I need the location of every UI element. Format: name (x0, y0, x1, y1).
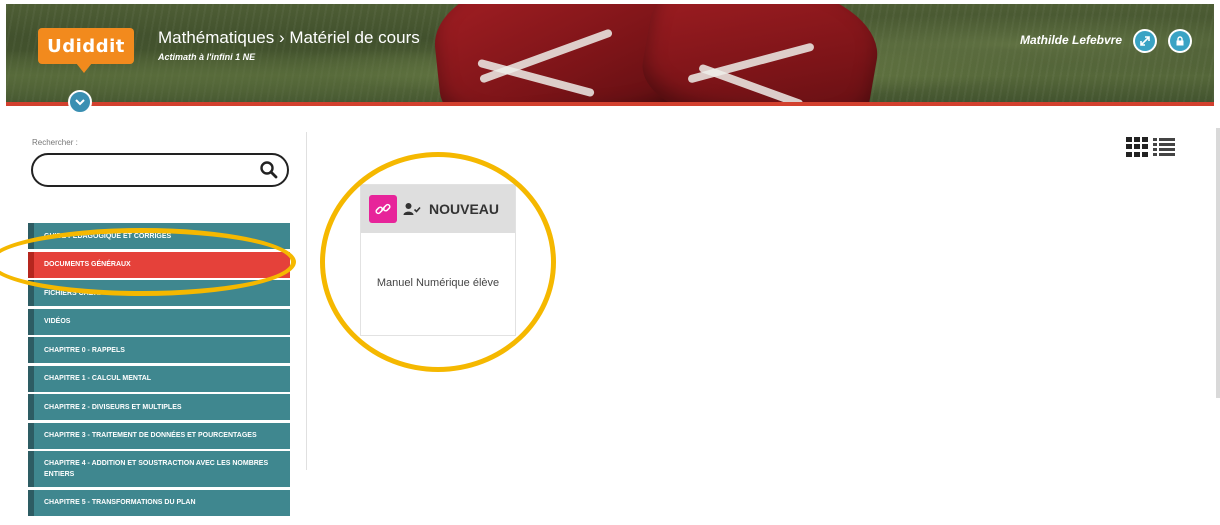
card-tag: NOUVEAU (429, 201, 500, 217)
sidebar-item-label: VIDÉOS (44, 318, 71, 325)
list-view-icon[interactable] (1153, 137, 1175, 157)
search-label: Rechercher : (32, 138, 78, 147)
user-check-icon (403, 203, 421, 215)
card-header: NOUVEAU (361, 185, 515, 233)
sidebar-item-chapitre-2[interactable]: CHAPITRE 2 - DIVISEURS ET MULTIPLES (28, 394, 290, 420)
sidebar-item-label: FICHIERS CABRI (44, 289, 101, 297)
sidebar-item-label: CHAPITRE 3 - TRAITEMENT DE DONNÉES ET PO… (44, 432, 257, 439)
logout-button[interactable] (1168, 29, 1192, 53)
grid-view-icon[interactable] (1126, 137, 1148, 157)
sidebar-nav: GUIDE PÉDAGOGIQUE ET CORRIGÉS DOCUMENTS … (28, 223, 290, 518)
sidebar-item-label: CHAPITRE 4 - ADDITION ET SOUSTRACTION AV… (44, 460, 269, 478)
search-input[interactable] (47, 162, 247, 178)
user-name[interactable]: Mathilde Lefebvre (1020, 33, 1122, 47)
lock-icon (1170, 31, 1190, 51)
sidebar-item-fichiers-cabri[interactable]: FICHIERS CABRI (28, 280, 290, 306)
chevron-down-icon (75, 99, 85, 106)
sidebar-item-documents-generaux[interactable]: DOCUMENTS GÉNÉRAUX (28, 251, 290, 278)
sidebar-item-chapitre-3[interactable]: CHAPITRE 3 - TRAITEMENT DE DONNÉES ET PO… (28, 422, 290, 449)
card-title[interactable]: Manuel Numérique élève (361, 277, 515, 289)
banner-underline (6, 102, 1214, 106)
view-toggle (1126, 137, 1175, 157)
search-box[interactable] (31, 153, 289, 187)
sidebar-item-label: CHAPITRE 5 - TRANSFORMATIONS DU PLAN (44, 499, 196, 506)
link-icon (369, 195, 397, 223)
sidebar-item-label: CHAPITRE 2 - DIVISEURS ET MULTIPLES (44, 403, 182, 411)
scrollbar[interactable] (1216, 128, 1220, 398)
sidebar-item-label: GUIDE PÉDAGOGIQUE ET CORRIGÉS (44, 232, 172, 240)
logo-tail (76, 63, 92, 73)
breadcrumb: Mathématiques › Matériel de cours (158, 28, 420, 47)
sidebar-item-chapitre-4[interactable]: CHAPITRE 4 - ADDITION ET SOUSTRACTION AV… (28, 451, 290, 487)
sidebar-item-label: CHAPITRE 1 - CALCUL MENTAL (44, 375, 152, 382)
sidebar-item-videos[interactable]: VIDÉOS (28, 308, 290, 335)
sidebar-item-label: CHAPITRE 0 - RAPPELS (44, 346, 125, 354)
app-logo[interactable]: Udiddit (38, 28, 134, 64)
menu-toggle-button[interactable] (68, 90, 92, 114)
sidebar-divider (306, 132, 307, 470)
fullscreen-button[interactable] (1133, 29, 1157, 53)
expand-icon (1135, 31, 1155, 51)
sidebar-item-label: DOCUMENTS GÉNÉRAUX (44, 261, 131, 268)
header-banner: Udiddit Mathématiques › Matériel de cour… (6, 4, 1214, 106)
sidebar-item-chapitre-1[interactable]: CHAPITRE 1 - CALCUL MENTAL (28, 365, 290, 392)
sidebar-item-chapitre-5[interactable]: CHAPITRE 5 - TRANSFORMATIONS DU PLAN (28, 489, 290, 516)
search-icon[interactable] (259, 160, 279, 180)
resource-card[interactable]: NOUVEAU Manuel Numérique élève (360, 184, 516, 336)
sidebar: Rechercher : GUIDE PÉDAGOGIQUE ET CORRIG… (28, 128, 294, 525)
course-subtitle: Actimath à l'infini 1 NE (158, 52, 256, 62)
sidebar-item-chapitre-0[interactable]: CHAPITRE 0 - RAPPELS (28, 337, 290, 363)
sidebar-item-guide-pedagogique[interactable]: GUIDE PÉDAGOGIQUE ET CORRIGÉS (28, 223, 290, 249)
